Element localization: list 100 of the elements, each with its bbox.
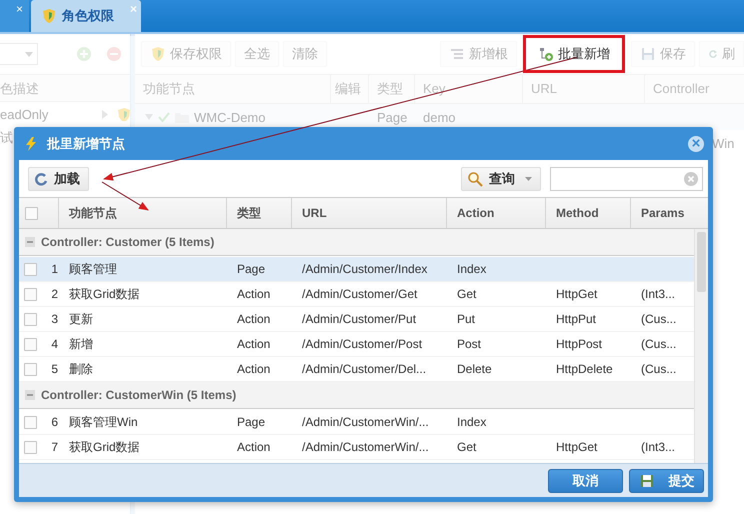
scrollbar[interactable] [694,229,708,463]
table-cell: HttpPut [556,312,596,326]
cancel-button[interactable]: 取消 [548,468,623,492]
search-icon [467,170,483,186]
table-cell: /Admin/CustomerWin/... [302,440,429,454]
table-cell: demo [423,110,456,124]
table-cell: Action [237,362,270,376]
tab-label[interactable]: 角色权限 [62,7,114,25]
table-row[interactable]: 3 更新 Action /Admin/Customer/Put Put HttpPut (Cus... [19,307,694,332]
table-cell: /Admin/Customer/Index [302,262,428,276]
close-icon[interactable]: × [16,2,23,16]
table-cell: Delete [457,362,492,376]
column-header: 类型 [369,75,415,103]
clear-icon[interactable] [684,172,698,186]
collapse-icon[interactable] [25,390,35,400]
table-cell: Page [237,415,266,429]
shield-icon [116,107,130,121]
checkbox[interactable] [24,338,37,350]
table-row[interactable]: 7 获取Grid数据 Action /Admin/CustomerWin/... Get HttpGet (Int3... [19,435,694,460]
table-cell: HttpGet [556,440,598,454]
shield-icon [41,8,57,24]
dialog-title: 批里新增节点 [47,134,126,152]
submit-button[interactable]: 提交 [629,468,704,492]
table-cell: (Cus... [641,337,676,351]
table-row[interactable]: 2 获取Grid数据 Action /Admin/Customer/Get Get HttpGet (Int3... [19,282,694,307]
shield-icon [150,46,166,62]
list-icon [449,46,465,62]
row-number: 4 [50,337,58,351]
table-cell: Get [457,440,476,454]
column-header: Params [640,205,686,222]
column-header: 功能节点 [59,198,227,228]
table-cell: Post [457,337,482,351]
table-cell: HttpGet [556,287,598,301]
checkbox[interactable] [25,206,38,220]
checkbox[interactable] [24,440,37,454]
table-cell: HttpPost [556,337,602,351]
table-cell: 顾客管理 [69,260,117,278]
checkbox[interactable] [24,312,37,326]
dropdown-field[interactable] [0,43,38,65]
row-number: 7 [50,440,58,454]
lightning-icon [25,136,37,150]
tab[interactable]: × [0,0,29,32]
checkbox[interactable] [24,262,37,276]
table-cell: 更新 [69,310,93,328]
load-button[interactable]: 加载 [28,166,89,190]
row-number: 6 [50,415,58,429]
table-cell: eadOnly [0,106,48,122]
remove-icon[interactable] [106,46,122,62]
table-cell: Put [457,312,476,326]
add-icon[interactable] [76,46,92,62]
table-cell: (Cus... [641,362,676,376]
table-cell: /Admin/Customer/Get [302,287,418,301]
query-button[interactable]: 查询 [461,166,541,190]
toolbar-button[interactable]: 批量新增 [523,35,625,73]
floppy-icon [640,46,656,62]
caret-icon [25,52,33,56]
table-cell: Action [237,287,270,301]
refresh-icon [34,172,48,186]
table-cell: /Admin/Customer/Post [302,337,422,351]
table-cell: (Int3... [641,287,676,301]
collapse-icon[interactable] [25,237,35,247]
table-cell: Index [457,262,486,276]
scrollbar-thumb[interactable] [697,232,706,292]
checkbox[interactable] [24,416,37,428]
tab[interactable]: 角色权限 × [31,0,141,32]
column-header: URL [292,198,447,228]
table-row[interactable]: 6 顾客管理Win Page /Admin/CustomerWin/... Index [19,410,694,435]
column-header: 色描述 [0,74,130,102]
search-field[interactable] [550,166,703,190]
table-cell: HttpDelete [556,362,613,376]
checkbox[interactable] [24,362,37,376]
column-header: URL [523,75,645,103]
collapse-arrow-icon[interactable] [145,114,153,120]
check-icon [158,112,170,122]
table-cell: (Cus... [641,312,676,326]
expand-arrow-icon[interactable] [102,110,108,118]
column-header: Key [415,75,523,103]
column-header: 编辑 [331,75,369,103]
column-header: Action [447,198,546,228]
table-cell: Win [712,136,734,150]
tree-add-icon [538,46,554,62]
table-cell: Page [377,110,408,124]
table-row[interactable]: 4 新增 Action /Admin/Customer/Post Post HttpPost (Cus... [19,332,694,357]
table-cell: /Admin/CustomerWin/... [302,415,429,429]
checkbox[interactable] [24,288,37,300]
table-row[interactable]: 1 顾客管理 Page /Admin/Customer/Index Index [19,257,694,282]
table-cell: 试 [0,129,13,147]
column-header: Controller [645,75,744,103]
row-number: 5 [50,362,58,376]
table-cell: WMC-Demo [194,110,266,124]
table-cell: Action [237,337,270,351]
column-header: Method [546,198,631,228]
group-title: Controller: Customer (5 Items) [41,235,214,249]
table-cell: Action [237,312,270,326]
group-title: Controller: CustomerWin (5 Items) [41,388,236,402]
floppy-icon [638,472,654,488]
table-cell: /Admin/Customer/Put [302,312,416,326]
close-button[interactable]: × [688,136,704,152]
table-cell: 删除 [69,360,93,378]
table-cell: (Int3... [641,440,676,454]
